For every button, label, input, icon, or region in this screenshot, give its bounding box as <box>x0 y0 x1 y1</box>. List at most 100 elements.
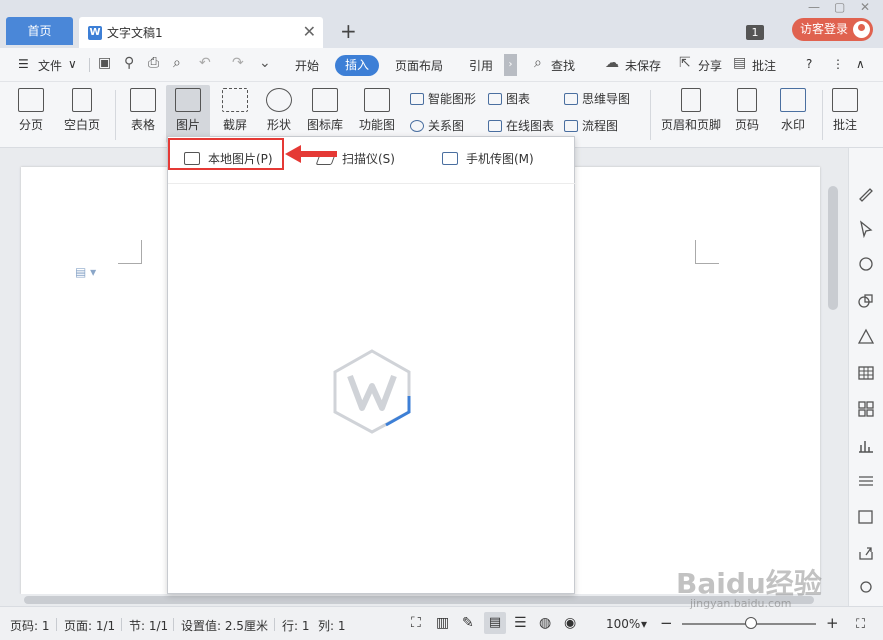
window-count-badge[interactable]: 1 <box>746 25 764 40</box>
tab-home[interactable]: 首页 <box>6 17 73 45</box>
collapse-ribbon-icon[interactable]: ∧ <box>856 57 865 71</box>
page-break-button[interactable]: 分页 <box>12 88 50 133</box>
icon-library-label: 图标库 <box>306 118 343 132</box>
status-row[interactable]: 行: 1 <box>282 617 310 634</box>
read-mode-icon[interactable]: ▥ <box>436 615 449 631</box>
more-tabs-arrow[interactable]: › <box>504 54 517 76</box>
redo-icon[interactable]: ↷ <box>232 55 244 71</box>
page-view-icon[interactable]: ▤ <box>484 612 506 634</box>
status-column[interactable]: 列: 1 <box>318 617 346 634</box>
find-button[interactable]: 查找 <box>551 57 575 74</box>
divider <box>274 618 275 631</box>
tab-page-layout[interactable]: 页面布局 <box>395 57 443 74</box>
eye-protection-icon[interactable]: ◉ <box>564 615 576 631</box>
mindmap-icon <box>564 93 578 105</box>
image-gallery-icon[interactable] <box>857 508 875 526</box>
format-painter-icon[interactable]: ⚲ <box>124 55 134 71</box>
relation-chart-button[interactable]: 关系图 <box>410 117 464 134</box>
annotate-button[interactable]: 批注 <box>752 57 776 74</box>
bar-chart-icon[interactable] <box>857 436 875 454</box>
zoom-dropdown-icon[interactable]: ▾ <box>641 617 647 631</box>
minimize-icon[interactable]: — <box>808 0 820 14</box>
tab-insert[interactable]: 插入 <box>335 55 379 76</box>
table-label: 表格 <box>130 118 155 132</box>
tab-document-label: 文字文稿1 <box>107 26 163 40</box>
page-number-button[interactable]: 页码 <box>728 88 766 133</box>
fit-window-icon[interactable]: ⛶ <box>856 617 865 632</box>
phone-picture-icon <box>442 152 458 165</box>
shape-button[interactable]: 形状 <box>260 88 298 133</box>
tab-reference[interactable]: 引用 <box>469 57 493 74</box>
shapes-icon[interactable] <box>857 292 875 310</box>
zoom-level[interactable]: 100% <box>606 617 640 631</box>
outline-view-icon[interactable]: ☰ <box>514 615 527 631</box>
screenshot-button[interactable]: 截屏 <box>216 88 254 133</box>
status-page-number[interactable]: 页码: 1 <box>10 617 50 634</box>
tab-start[interactable]: 开始 <box>295 57 319 74</box>
status-section[interactable]: 节: 1/1 <box>129 617 168 634</box>
status-setting-value[interactable]: 设置值: 2.5厘米 <box>181 617 268 634</box>
badge-icon[interactable] <box>857 256 875 274</box>
save-icon[interactable]: ▣ <box>98 55 111 71</box>
guest-login-button[interactable]: 访客登录 <box>792 18 873 41</box>
print-icon[interactable]: ⎙ <box>148 55 159 71</box>
settings-icon[interactable] <box>857 578 875 596</box>
icon-library-button[interactable]: 图标库 <box>304 88 346 133</box>
table-grid-icon[interactable] <box>857 364 875 382</box>
close-tab-icon[interactable]: ✕ <box>303 22 316 41</box>
shape-label: 形状 <box>266 118 291 132</box>
mindmap-button[interactable]: 思维导图 <box>564 90 630 107</box>
online-chart-button[interactable]: 在线图表 <box>488 117 554 134</box>
smart-shape-button[interactable]: 智能图形 <box>410 90 476 107</box>
undo-icon[interactable]: ↶ <box>199 55 211 71</box>
zoom-in-button[interactable]: + <box>826 614 839 632</box>
unsaved-status[interactable]: 未保存 <box>625 57 661 74</box>
tab-document[interactable]: W 文字文稿1 ✕ <box>79 17 323 48</box>
status-pages[interactable]: 页面: 1/1 <box>64 617 115 634</box>
watermark-button[interactable]: 水印 <box>772 88 814 133</box>
blank-page-icon <box>72 88 92 112</box>
table-button[interactable]: 表格 <box>124 88 162 133</box>
comment-button[interactable]: 批注 <box>828 88 862 133</box>
hamburger-icon[interactable]: ☰ <box>18 57 29 71</box>
quick-access-dropdown-icon[interactable]: ⌄ <box>259 55 271 71</box>
header-footer-button[interactable]: 页眉和页脚 <box>658 88 724 133</box>
vertical-scroll-thumb[interactable] <box>828 186 838 310</box>
new-tab-button[interactable]: + <box>340 19 357 43</box>
tab-bar: 首页 W 文字文稿1 ✕ + — ▢ ✕ 1 访客登录 <box>0 0 883 48</box>
help-button[interactable]: ? <box>806 57 812 71</box>
function-chart-button[interactable]: 功能图 <box>352 88 402 133</box>
sliders-icon[interactable] <box>857 472 875 490</box>
picture-button[interactable]: 图片 <box>166 85 210 143</box>
status-bar: 页码: 1 页面: 1/1 节: 1/1 设置值: 2.5厘米 行: 1 列: … <box>0 606 883 640</box>
blank-page-button[interactable]: 空白页 <box>58 88 106 133</box>
zoom-out-button[interactable]: − <box>660 614 673 632</box>
watermark-icon <box>780 88 806 112</box>
zoom-slider-handle[interactable] <box>745 617 757 629</box>
print-preview-icon[interactable]: ⌕ <box>173 55 181 71</box>
pen-icon[interactable] <box>857 184 875 202</box>
menu-file[interactable]: 文件 <box>38 57 62 74</box>
search-icon: ⌕ <box>534 55 542 71</box>
close-window-icon[interactable]: ✕ <box>860 0 870 14</box>
paragraph-options-icon[interactable]: ▤ ▾ <box>75 265 96 279</box>
margin-marker-left <box>118 240 142 264</box>
export-icon[interactable] <box>857 544 875 562</box>
triangle-icon[interactable] <box>857 328 875 346</box>
chart-button[interactable]: 图表 <box>488 90 530 107</box>
vertical-scrollbar[interactable] <box>826 150 840 595</box>
fullscreen-icon[interactable]: ⛶ <box>411 615 421 631</box>
share-icon: ⇱ <box>679 55 691 71</box>
menu-item-phone-picture[interactable]: 手机传图(M) <box>442 145 534 173</box>
share-button[interactable]: 分享 <box>698 57 722 74</box>
web-view-icon[interactable]: ◍ <box>539 615 551 631</box>
divider <box>822 90 823 140</box>
edit-mode-icon[interactable]: ✎ <box>462 615 474 631</box>
apps-grid-icon[interactable] <box>857 400 875 418</box>
maximize-icon[interactable]: ▢ <box>834 0 845 14</box>
divider <box>650 90 651 140</box>
more-options-icon[interactable]: ⋮ <box>832 57 844 71</box>
flowchart-button[interactable]: 流程图 <box>564 117 618 134</box>
chevron-down-icon[interactable]: ∨ <box>68 57 77 71</box>
cursor-icon[interactable] <box>857 220 875 238</box>
